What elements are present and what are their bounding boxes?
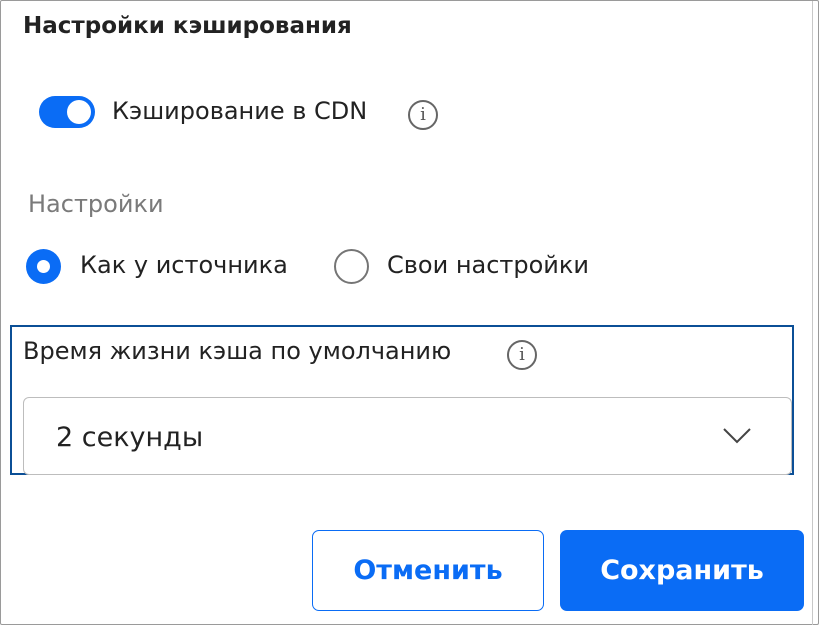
dialog-title: Настройки кэширования [23, 13, 352, 39]
cache-ttl-selected-value: 2 секунды [56, 422, 204, 453]
info-icon[interactable]: i [408, 100, 438, 130]
chevron-down-icon [723, 428, 751, 444]
save-button[interactable]: Сохранить [560, 530, 804, 611]
cancel-button[interactable]: Отменить [312, 530, 544, 611]
dialog-edge-divider [812, 1, 813, 625]
cdn-caching-label: Кэширование в CDN [112, 97, 368, 125]
settings-section-label: Настройки [28, 190, 164, 218]
cdn-caching-toggle[interactable] [39, 96, 95, 128]
info-icon[interactable]: i [507, 340, 537, 370]
radio-dot [37, 260, 50, 273]
radio-same-as-origin[interactable] [26, 249, 61, 284]
cache-ttl-label: Время жизни кэша по умолчанию [23, 337, 452, 365]
radio-custom-settings-label[interactable]: Свои настройки [387, 251, 589, 279]
radio-custom-settings[interactable] [334, 249, 369, 284]
toggle-knob [67, 100, 91, 124]
cache-settings-dialog: Настройки кэширования Кэширование в CDN … [0, 0, 819, 625]
cache-ttl-select[interactable]: 2 секунды [23, 397, 792, 475]
radio-same-as-origin-label[interactable]: Как у источника [80, 251, 288, 279]
